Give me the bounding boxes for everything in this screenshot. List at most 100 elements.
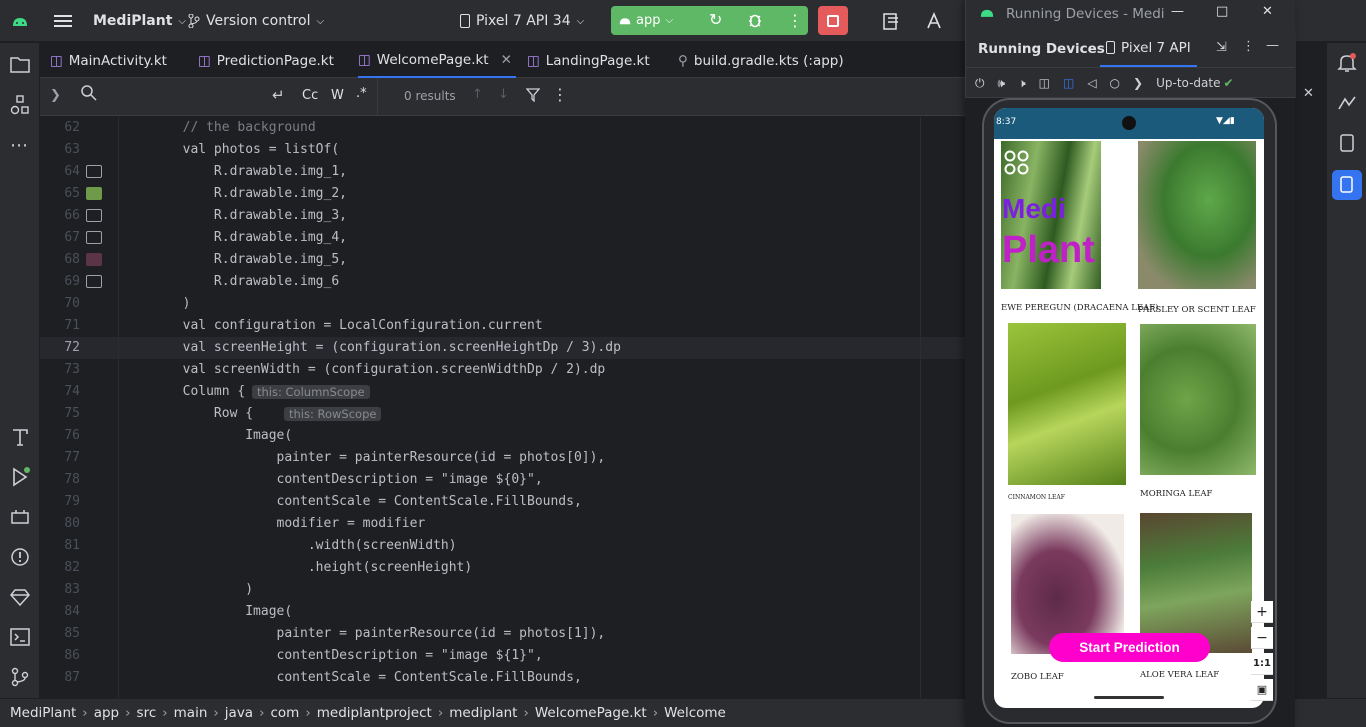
- code-line[interactable]: 73 val screenWidth = (configuration.scre…: [40, 359, 965, 381]
- close-icon[interactable]: ✕: [1303, 86, 1314, 101]
- back-icon[interactable]: ◁: [1087, 76, 1096, 90]
- code-line[interactable]: 78 contentDescription = "image ${0}",: [40, 469, 965, 491]
- regex-toggle[interactable]: .*: [356, 86, 367, 101]
- code-line[interactable]: 65 R.drawable.img_2,: [40, 183, 965, 205]
- more-icon[interactable]: ⋮: [787, 11, 803, 30]
- home-icon[interactable]: ○: [1110, 76, 1120, 90]
- device-selector[interactable]: Pixel 7 API 34 ⌵: [460, 0, 584, 42]
- breadcrumb-item[interactable]: Welcome: [664, 705, 726, 721]
- volume-up-icon[interactable]: 🕪: [998, 76, 1006, 91]
- stop-button[interactable]: [818, 6, 848, 35]
- code-line[interactable]: 76 Image(: [40, 425, 965, 447]
- code-line[interactable]: 87 contentScale = ContentScale.FillBound…: [40, 667, 965, 689]
- structure-icon[interactable]: [10, 95, 30, 115]
- code-line[interactable]: 86 contentDescription = "image ${1}",: [40, 645, 965, 667]
- problems-icon[interactable]: [10, 547, 30, 567]
- zoom-in-icon[interactable]: +: [1251, 601, 1273, 623]
- vcs-selector[interactable]: Version control ⌵: [188, 0, 324, 42]
- breadcrumb-item[interactable]: mediplant: [449, 705, 517, 721]
- filter-icon[interactable]: [526, 88, 540, 102]
- image-thumbnail-icon[interactable]: [86, 187, 102, 200]
- code-line[interactable]: 85 painter = painterResource(id = photos…: [40, 623, 965, 645]
- translate-icon[interactable]: [925, 11, 945, 31]
- build-icon[interactable]: [10, 427, 30, 447]
- code-line[interactable]: 82 .height(screenHeight): [40, 557, 965, 579]
- image-resource-icon[interactable]: [86, 231, 102, 244]
- match-case-toggle[interactable]: Cc: [302, 88, 318, 103]
- code-line[interactable]: 71 val configuration = LocalConfiguratio…: [40, 315, 965, 337]
- hide-panel-icon[interactable]: —: [1266, 38, 1279, 53]
- breadcrumb-item[interactable]: com: [271, 705, 300, 721]
- start-prediction-button[interactable]: Start Prediction: [1049, 633, 1210, 662]
- power-icon[interactable]: ⏻: [975, 76, 985, 91]
- code-line[interactable]: 74 Column {this: ColumnScope: [40, 381, 965, 403]
- code-line[interactable]: 66 R.drawable.img_3,: [40, 205, 965, 227]
- rotate-right-icon[interactable]: ◫: [1063, 76, 1074, 90]
- terminal-icon[interactable]: [10, 627, 30, 647]
- run-config-selector[interactable]: app ⌵: [619, 6, 673, 35]
- breadcrumb-item[interactable]: mediplantproject: [317, 705, 432, 721]
- more-icon[interactable]: ⋮: [1242, 39, 1255, 54]
- code-line[interactable]: 81 .width(screenWidth): [40, 535, 965, 557]
- code-line[interactable]: 67 R.drawable.img_4,: [40, 227, 965, 249]
- main-menu-button[interactable]: [54, 0, 72, 42]
- expand-replace-icon[interactable]: ❯: [50, 88, 61, 103]
- zoom-out-icon[interactable]: −: [1251, 627, 1273, 649]
- more-icon[interactable]: ⋮: [552, 85, 568, 104]
- breadcrumb-item[interactable]: MediPlant: [10, 705, 76, 721]
- breadcrumb-item[interactable]: app: [94, 705, 119, 721]
- close-icon[interactable]: ✕: [1262, 4, 1273, 19]
- code-line[interactable]: 75 Row {this: RowScope: [40, 403, 965, 425]
- device-manager-icon[interactable]: [882, 11, 902, 31]
- zoom-fit-icon[interactable]: ▣: [1251, 679, 1273, 701]
- image-resource-icon[interactable]: [86, 165, 102, 178]
- running-devices-icon[interactable]: [1332, 170, 1362, 200]
- tab-welcomepage[interactable]: ◫ WelcomePage.kt ✕: [358, 43, 516, 78]
- code-line[interactable]: 83 ): [40, 579, 965, 601]
- code-line[interactable]: 68 R.drawable.img_5,: [40, 249, 965, 271]
- code-line[interactable]: 80 modifier = modifier: [40, 513, 965, 535]
- image-thumbnail-icon[interactable]: [86, 253, 102, 266]
- image-resource-icon[interactable]: [86, 209, 102, 222]
- new-line-icon[interactable]: ↵: [272, 86, 285, 104]
- code-line[interactable]: 62 // the background: [40, 117, 965, 139]
- breadcrumb-item[interactable]: main: [174, 705, 208, 721]
- more-tools-icon[interactable]: ⋯: [10, 135, 28, 156]
- gem-icon[interactable]: [10, 587, 30, 607]
- tab-landingpage[interactable]: ◫ LandingPage.kt: [527, 43, 650, 78]
- close-icon[interactable]: ✕: [501, 52, 512, 68]
- volume-down-icon[interactable]: 🕨: [1018, 76, 1026, 91]
- rerun-icon[interactable]: ↻: [709, 11, 727, 29]
- device-screen[interactable]: 8:37 ▼◢▮ Medi Plant EWE PEREGUN (DRACAEN…: [994, 108, 1264, 708]
- debug-icon[interactable]: [747, 12, 763, 28]
- app-inspection-icon[interactable]: [10, 507, 30, 527]
- zoom-actual-button[interactable]: 1:1: [1251, 653, 1273, 675]
- arrow-down-icon[interactable]: ↓: [498, 87, 509, 102]
- whole-words-toggle[interactable]: W: [331, 88, 344, 103]
- tab-predictionpage[interactable]: ◫ PredictionPage.kt: [198, 43, 334, 78]
- run-tool-icon[interactable]: [10, 467, 30, 487]
- git-icon[interactable]: [10, 667, 30, 687]
- notifications-icon[interactable]: [1337, 53, 1357, 73]
- gemini-icon[interactable]: [1337, 93, 1357, 113]
- code-line[interactable]: 79 contentScale = ContentScale.FillBound…: [40, 491, 965, 513]
- minimize-icon[interactable]: —: [1171, 4, 1184, 19]
- breadcrumb-item[interactable]: java: [225, 705, 253, 721]
- code-line[interactable]: 72 val screenHeight = (configuration.scr…: [40, 337, 965, 359]
- tab-build-gradle[interactable]: ⚲ build.gradle.kts (:app): [678, 43, 844, 78]
- image-resource-icon[interactable]: [86, 275, 102, 288]
- tab-device[interactable]: Pixel 7 API: [1100, 30, 1197, 67]
- code-line[interactable]: 63 val photos = listOf(: [40, 139, 965, 161]
- tab-mainactivity[interactable]: ◫ MainActivity.kt: [50, 43, 167, 78]
- folder-icon[interactable]: [10, 55, 30, 73]
- code-line[interactable]: 69 R.drawable.img_6: [40, 271, 965, 293]
- overview-icon[interactable]: ❯: [1133, 76, 1143, 90]
- code-line[interactable]: 70 ): [40, 293, 965, 315]
- add-device-icon[interactable]: ⇲: [1216, 40, 1227, 55]
- code-line[interactable]: 77 painter = painterResource(id = photos…: [40, 447, 965, 469]
- project-selector[interactable]: MediPlant ⌵: [93, 0, 186, 42]
- breadcrumb-item[interactable]: WelcomePage.kt: [535, 705, 647, 721]
- maximize-icon[interactable]: □: [1216, 4, 1228, 19]
- code-line[interactable]: 84 Image(: [40, 601, 965, 623]
- rotate-left-icon[interactable]: ◫: [1039, 76, 1050, 90]
